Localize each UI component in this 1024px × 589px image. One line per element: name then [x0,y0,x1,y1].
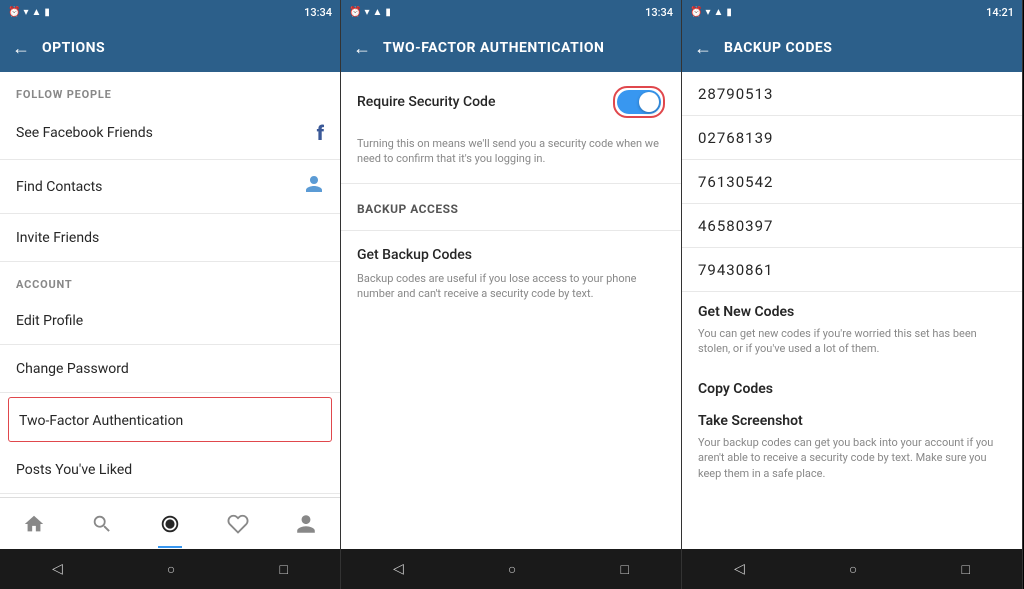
panel-options: ⏰ ▾ ▲ ▮ 13:34 ← OPTIONS FOLLOW PEOPLE Se… [0,0,341,589]
list-item-posts-liked[interactable]: Posts You've Liked [0,446,340,494]
status-icons-1: ⏰ ▾ ▲ ▮ [8,7,50,18]
require-description: Turning this on means we'll send you a s… [341,132,681,179]
wifi-icon: ▾ [23,7,28,18]
page-title-2: TWO-FACTOR AUTHENTICATION [383,40,604,56]
status-bar-3: ⏰ ▾ ▲ ▮ 14:21 [682,0,1022,24]
back-button-3[interactable]: ← [694,38,712,59]
list-item-contacts[interactable]: Find Contacts [0,160,340,214]
wifi-icon-2: ▾ [364,7,369,18]
header-bar-3: ← BACKUP CODES [682,24,1022,72]
section-divider-2 [341,230,681,231]
signal-icon-3: ▲ [713,7,723,18]
require-security-toggle[interactable] [617,90,661,114]
list-item-change-password[interactable]: Change Password [0,345,340,393]
copy-codes-title[interactable]: Copy Codes [682,369,1022,401]
section-header-follow: FOLLOW PEOPLE [0,72,340,107]
android-back-2[interactable]: ◁ [393,561,404,577]
code-item-3: 46580397 [682,204,1022,248]
status-bar-1: ⏰ ▾ ▲ ▮ 13:34 [0,0,340,24]
panel-backup-codes: ⏰ ▾ ▲ ▮ 14:21 ← BACKUP CODES 28790513 02… [682,0,1023,589]
section-header-account: ACCOUNT [0,262,340,297]
get-backup-codes-title[interactable]: Get Backup Codes [341,235,681,267]
android-home-3[interactable]: ○ [849,561,857,578]
backup-access-header: BACKUP ACCESS [341,188,681,226]
battery-icon: ▮ [44,7,50,18]
signal-icon: ▲ [31,7,41,18]
android-bar-3: ◁ ○ □ [682,549,1022,589]
code-item-1: 02768139 [682,116,1022,160]
take-screenshot-title[interactable]: Take Screenshot [682,401,1022,433]
contacts-icon [304,174,324,199]
list-item-facebook[interactable]: See Facebook Friends f [0,107,340,160]
code-item-0: 28790513 [682,72,1022,116]
nav-profile[interactable] [282,500,330,548]
android-recent-2[interactable]: □ [620,561,628,578]
status-icons-2: ⏰ ▾ ▲ ▮ [349,7,391,18]
status-icons-3: ⏰ ▾ ▲ ▮ [690,7,732,18]
code-2: 76130542 [698,173,773,191]
code-4: 79430861 [698,261,773,279]
bottom-nav-1 [0,497,340,549]
nav-home[interactable] [10,500,58,548]
alarm-icon-3: ⏰ [690,7,702,18]
signal-icon-2: ▲ [372,7,382,18]
contacts-label: Find Contacts [16,179,102,195]
alarm-icon: ⏰ [8,7,20,18]
page-title-3: BACKUP CODES [724,40,832,56]
page-title-1: OPTIONS [42,40,105,56]
android-bar-2: ◁ ○ □ [341,549,681,589]
back-button-1[interactable]: ← [12,38,30,59]
section-divider-1 [341,183,681,184]
get-backup-codes-description: Backup codes are useful if you lose acce… [341,267,681,314]
battery-icon-3: ▮ [726,7,732,18]
toggle-knob-2 [639,92,659,112]
nav-camera[interactable] [146,500,194,548]
status-time-3: 14:21 [986,6,1014,19]
get-new-codes-title[interactable]: Get New Codes [682,292,1022,324]
status-time-1: 13:34 [304,6,332,19]
code-1: 02768139 [698,129,773,147]
list-item-two-factor[interactable]: Two-Factor Authentication [8,397,332,442]
alarm-icon-2: ⏰ [349,7,361,18]
require-security-row: Require Security Code [341,72,681,132]
take-screenshot-desc: Your backup codes can get you back into … [682,433,1022,493]
facebook-icon: f [317,121,324,145]
list-item-invite[interactable]: Invite Friends [0,214,340,262]
android-home-1[interactable]: ○ [167,561,175,578]
android-bar-1: ◁ ○ □ [0,549,340,589]
android-home-2[interactable]: ○ [508,561,516,578]
get-new-codes-desc: You can get new codes if you're worried … [682,324,1022,369]
code-item-2: 76130542 [682,160,1022,204]
android-back-3[interactable]: ◁ [734,561,745,577]
require-toggle-outline [613,86,665,118]
code-0: 28790513 [698,85,773,103]
status-bar-2: ⏰ ▾ ▲ ▮ 13:34 [341,0,681,24]
posts-liked-label: Posts You've Liked [16,462,132,478]
android-recent-1[interactable]: □ [279,561,287,578]
panel-two-factor: ⏰ ▾ ▲ ▮ 13:34 ← TWO-FACTOR AUTHENTICATIO… [341,0,682,589]
invite-label: Invite Friends [16,230,99,246]
header-bar-2: ← TWO-FACTOR AUTHENTICATION [341,24,681,72]
android-recent-3[interactable]: □ [961,561,969,578]
wifi-icon-3: ▾ [705,7,710,18]
battery-icon-2: ▮ [385,7,391,18]
edit-profile-label: Edit Profile [16,313,83,329]
list-item-edit-profile[interactable]: Edit Profile [0,297,340,345]
header-bar-1: ← OPTIONS [0,24,340,72]
status-time-2: 13:34 [645,6,673,19]
facebook-label: See Facebook Friends [16,125,153,141]
require-security-label: Require Security Code [357,94,495,110]
code-3: 46580397 [698,217,773,235]
two-factor-label: Two-Factor Authentication [19,413,183,429]
android-back-1[interactable]: ◁ [52,561,63,577]
nav-heart[interactable] [214,500,262,548]
back-button-2[interactable]: ← [353,38,371,59]
content-2: Require Security Code Turning this on me… [341,72,681,549]
change-password-label: Change Password [16,361,129,377]
code-item-4: 79430861 [682,248,1022,292]
nav-search[interactable] [78,500,126,548]
content-3: 28790513 02768139 76130542 46580397 7943… [682,72,1022,549]
content-1: FOLLOW PEOPLE See Facebook Friends f Fin… [0,72,340,497]
